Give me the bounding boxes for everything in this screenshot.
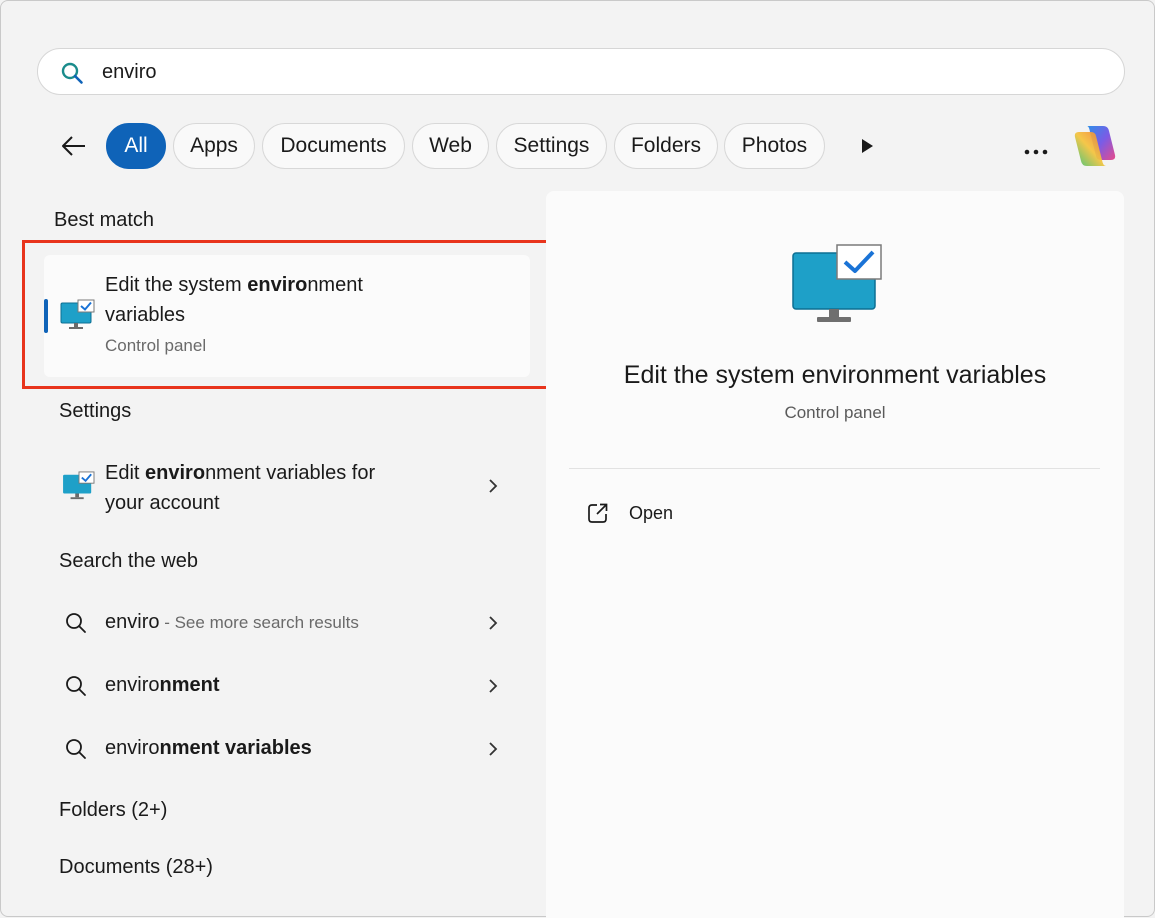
- folders-header[interactable]: Folders (2+): [59, 799, 167, 822]
- documents-header[interactable]: Documents (28+): [59, 856, 213, 879]
- best-match-result[interactable]: Edit the system environment variables Co…: [44, 255, 530, 377]
- web-result-text: enviro - See more search results: [105, 611, 359, 633]
- monitor-check-icon: [62, 471, 96, 506]
- filter-apps[interactable]: Apps: [173, 123, 255, 169]
- filter-all[interactable]: All: [106, 123, 166, 169]
- open-button[interactable]: Open: [576, 495, 776, 529]
- monitor-check-icon: [791, 243, 885, 330]
- open-external-icon: [586, 501, 610, 530]
- web-result-row[interactable]: environment variables: [44, 727, 530, 771]
- settings-title-line1: Edit environment variables for: [105, 462, 376, 484]
- more-filters-button[interactable]: [859, 137, 875, 160]
- back-arrow-icon: [62, 136, 85, 156]
- chevron-right-icon: [487, 677, 499, 700]
- search-input[interactable]: [102, 59, 1082, 85]
- selection-indicator: [44, 299, 48, 333]
- search-icon: [64, 737, 88, 766]
- search-icon: [60, 61, 84, 90]
- web-result-row[interactable]: environment: [44, 664, 530, 708]
- more-options-button[interactable]: [1023, 143, 1049, 161]
- monitor-check-icon: [60, 299, 96, 336]
- filter-folders[interactable]: Folders: [614, 123, 718, 169]
- copilot-icon[interactable]: [1071, 123, 1119, 174]
- best-match-title-line2: variables: [105, 304, 186, 326]
- web-result-text: environment variables: [105, 737, 312, 759]
- chevron-right-icon: [487, 740, 499, 763]
- web-result-text: environment: [105, 674, 220, 696]
- filter-photos[interactable]: Photos: [724, 123, 825, 169]
- search-web-header: Search the web: [59, 550, 198, 572]
- search-box[interactable]: [37, 48, 1125, 95]
- open-label: Open: [629, 503, 674, 523]
- filter-settings[interactable]: Settings: [496, 123, 607, 169]
- play-arrow-icon: [862, 139, 873, 153]
- ellipsis-icon: [1024, 149, 1048, 155]
- detail-title: Edit the system environment variables: [623, 361, 1047, 389]
- detail-pane: Edit the system environment variables Co…: [546, 191, 1124, 918]
- web-result-row[interactable]: enviro - See more search results: [44, 601, 530, 645]
- search-window: All Apps Documents Web Settings Folders …: [0, 0, 1155, 918]
- search-icon: [64, 674, 88, 703]
- back-button[interactable]: [57, 129, 91, 163]
- settings-title-line2: your account: [105, 492, 220, 514]
- settings-header: Settings: [59, 400, 132, 422]
- best-match-title-line1: Edit the system environment: [105, 274, 363, 296]
- best-match-header: Best match: [54, 209, 155, 231]
- chevron-right-icon: [487, 614, 499, 637]
- settings-result[interactable]: Edit environment variables for your acco…: [44, 449, 530, 525]
- filter-web[interactable]: Web: [412, 123, 489, 169]
- best-match-subtitle: Control panel: [105, 336, 207, 355]
- divider: [569, 468, 1100, 469]
- chevron-right-icon: [487, 477, 499, 500]
- detail-subtitle: Control panel: [784, 403, 886, 422]
- filter-documents[interactable]: Documents: [262, 123, 405, 169]
- search-icon: [64, 611, 88, 640]
